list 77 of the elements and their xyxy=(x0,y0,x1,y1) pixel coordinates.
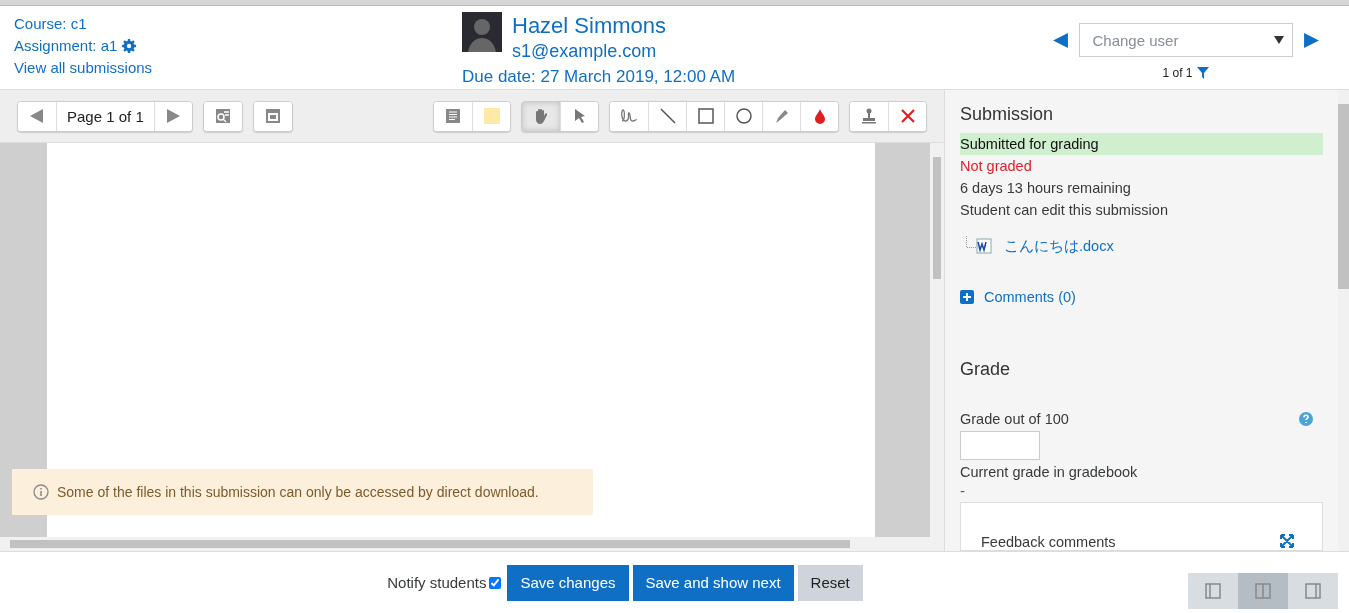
form-button[interactable]: Save changes xyxy=(507,564,629,601)
annotation-tool-button[interactable] xyxy=(724,101,762,131)
previous-page-button[interactable] xyxy=(18,101,56,131)
annotation-tool-button[interactable] xyxy=(610,101,648,131)
line-icon xyxy=(659,108,676,124)
highlighter-icon xyxy=(773,108,790,124)
annotation-tool-button[interactable] xyxy=(560,101,598,131)
horizontal-scrollbar[interactable] xyxy=(0,537,944,551)
search-icon xyxy=(214,108,231,124)
notice-text: Some of the files in this submission can only be accessed by direct download. xyxy=(57,484,539,500)
close-icon xyxy=(899,108,916,124)
expand-plus-icon[interactable] xyxy=(960,290,974,304)
annotation-tool-button[interactable] xyxy=(800,101,838,131)
form-button[interactable]: Save and show next xyxy=(632,564,794,601)
previous-user-icon[interactable] xyxy=(1051,31,1069,49)
expand-button[interactable] xyxy=(253,101,292,131)
annotation-tool-button[interactable] xyxy=(434,101,472,131)
help-icon[interactable] xyxy=(1299,412,1313,426)
stamp-icon xyxy=(861,108,877,124)
current-grade-value: - xyxy=(960,483,966,498)
circle-icon xyxy=(735,108,752,124)
status-text: Student can edit this submission xyxy=(960,201,1169,220)
header-link[interactable]: View all submissions xyxy=(14,59,153,76)
user-email[interactable]: s1@example.com xyxy=(512,39,667,63)
avatar-silhouette xyxy=(462,12,502,52)
fullscreen-icon[interactable] xyxy=(1280,534,1294,548)
header-link[interactable]: Course: c1 xyxy=(14,15,87,32)
annotation-tool-button[interactable] xyxy=(648,101,686,131)
page-indicator[interactable]: Page 1 of 1 xyxy=(56,101,154,131)
hand-icon xyxy=(533,108,549,124)
filter-icon[interactable] xyxy=(1196,67,1209,79)
annotation-tool-button[interactable] xyxy=(522,101,560,131)
next-user-icon[interactable] xyxy=(1302,31,1320,49)
dropdown-caret-icon xyxy=(1273,36,1284,44)
form-button[interactable]: Reset xyxy=(797,564,863,601)
next-page-button[interactable] xyxy=(153,101,192,131)
notify-label: Notify students xyxy=(387,574,487,591)
status-text: Submitted for grading xyxy=(960,133,1323,155)
rectangle-icon xyxy=(697,108,714,124)
current-grade-label: Current grade in gradebook xyxy=(960,463,1139,480)
annotation-tool-button[interactable] xyxy=(888,101,926,131)
left-arrow-icon xyxy=(29,108,45,124)
search-comments-button[interactable] xyxy=(203,101,242,131)
feedback-label: Feedback comments xyxy=(981,534,1116,550)
tree-connector xyxy=(966,236,976,248)
notify-checkbox[interactable] xyxy=(489,576,502,589)
section-heading: Submission xyxy=(960,104,1055,125)
annotation-tool-button[interactable] xyxy=(850,101,888,131)
layout-icon xyxy=(1205,583,1221,599)
due-date: Due date: 27 March 2019, 12:00 AM xyxy=(462,67,737,87)
comments-link[interactable]: Comments (0) xyxy=(984,289,1076,305)
color-swatch-icon xyxy=(483,108,500,124)
pen-icon xyxy=(621,108,637,124)
grade-input[interactable] xyxy=(960,431,1040,460)
layout-button[interactable] xyxy=(1288,573,1338,609)
header-link[interactable]: Assignment: a1 xyxy=(14,37,118,54)
status-text: 6 days 13 hours remaining xyxy=(960,179,1132,198)
vertical-scrollbar[interactable] xyxy=(930,143,944,537)
layout-button[interactable] xyxy=(1188,573,1238,609)
info-icon xyxy=(33,484,49,500)
settings-icon[interactable] xyxy=(122,38,137,53)
grade-label: Grade out of 100 xyxy=(960,411,1069,427)
annotation-tool-button[interactable] xyxy=(762,101,800,131)
annotation-tool-button[interactable] xyxy=(686,101,724,131)
right-arrow-icon xyxy=(165,108,182,124)
change-user-select[interactable]: Change user xyxy=(1078,23,1293,57)
vertical-scrollbar[interactable] xyxy=(1338,90,1349,551)
layout-icon xyxy=(1255,583,1271,599)
file-link[interactable]: こんにちは.docx xyxy=(1004,236,1114,256)
status-text: Not graded xyxy=(960,157,1033,176)
comment-icon xyxy=(445,108,461,124)
user-count: 1 of 1 xyxy=(1162,66,1193,80)
section-heading: Grade xyxy=(960,359,1012,380)
word-document-icon xyxy=(976,238,992,254)
user-name[interactable]: Hazel Simmons xyxy=(512,12,667,39)
layout-icon xyxy=(1305,583,1321,599)
expand-icon xyxy=(264,108,281,124)
